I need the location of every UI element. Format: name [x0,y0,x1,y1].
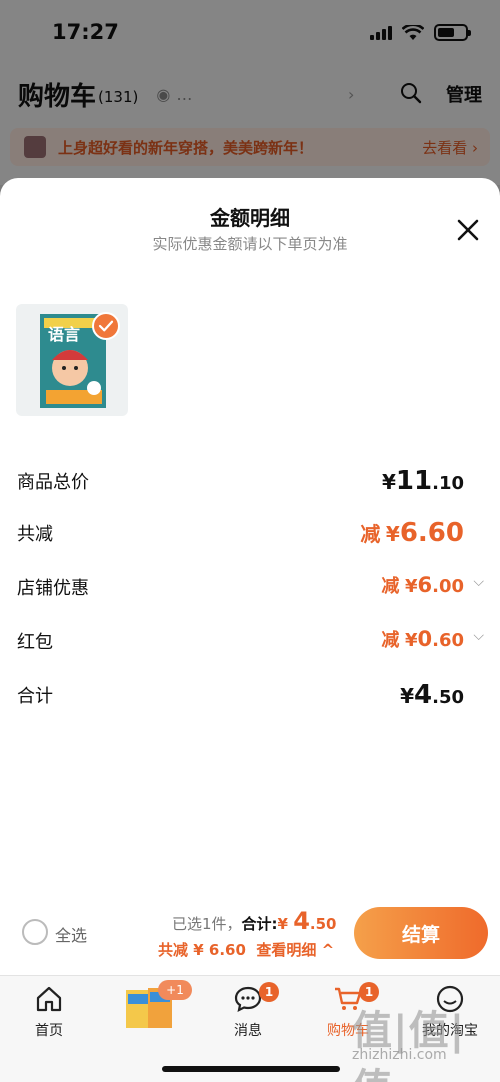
watermark-url: zhizhizhi.com [352,1047,447,1063]
view-detail-link[interactable]: 查看明细 ^ [256,941,334,959]
row-shop-discount[interactable]: 店铺优惠 减 ¥6.00 ⌵ [17,573,484,604]
svg-text:语言: 语言 [48,325,80,344]
checkout-button[interactable]: 结算 [354,907,488,959]
modal-overlay[interactable] [0,0,500,185]
sheet-title: 金额明细 [210,206,290,230]
sheet-subtitle: 实际优惠金额请以下单页为准 [152,235,348,253]
checkout-bar: 全选 已选1件，合计:¥ 4.50 共减 ¥ 6.60 查看明细 ^ 结算 [0,897,500,975]
messages-badge: 1 [259,982,279,1002]
chevron-down-icon[interactable]: ⌵ [473,574,484,590]
checked-icon[interactable] [92,312,120,340]
chevron-down-icon[interactable]: ⌵ [473,628,484,644]
home-indicator [162,1066,340,1072]
select-all-label[interactable]: 全选 [55,922,87,946]
row-sum: 合计 ¥4.50 [17,680,464,710]
watermark-logo: 值|值|值 [352,1008,466,1082]
select-all-radio[interactable] [22,919,48,945]
selected-summary: 已选1件，合计:¥ 4.50 [172,907,337,935]
home-icon [36,986,62,1012]
amount-detail-sheet: 金额明细 实际优惠金额请以下单页为准 语言 商品总价 ¥11.10 共减 减 ¥… [0,178,500,975]
row-total-price: 商品总价 ¥11.10 [17,466,464,496]
tab-home[interactable]: 首页 [4,984,94,1040]
reduce-summary[interactable]: 共减 ¥ 6.60 查看明细 ^ [158,939,334,960]
tab-messages[interactable]: 消息 1 [203,982,293,1040]
row-red-packet[interactable]: 红包 减 ¥0.60 ⌵ [17,627,484,658]
promo-badge: +1 [158,980,192,1000]
row-total-reduce: 共减 减 ¥6.60 [17,518,464,548]
close-icon[interactable] [456,218,480,242]
